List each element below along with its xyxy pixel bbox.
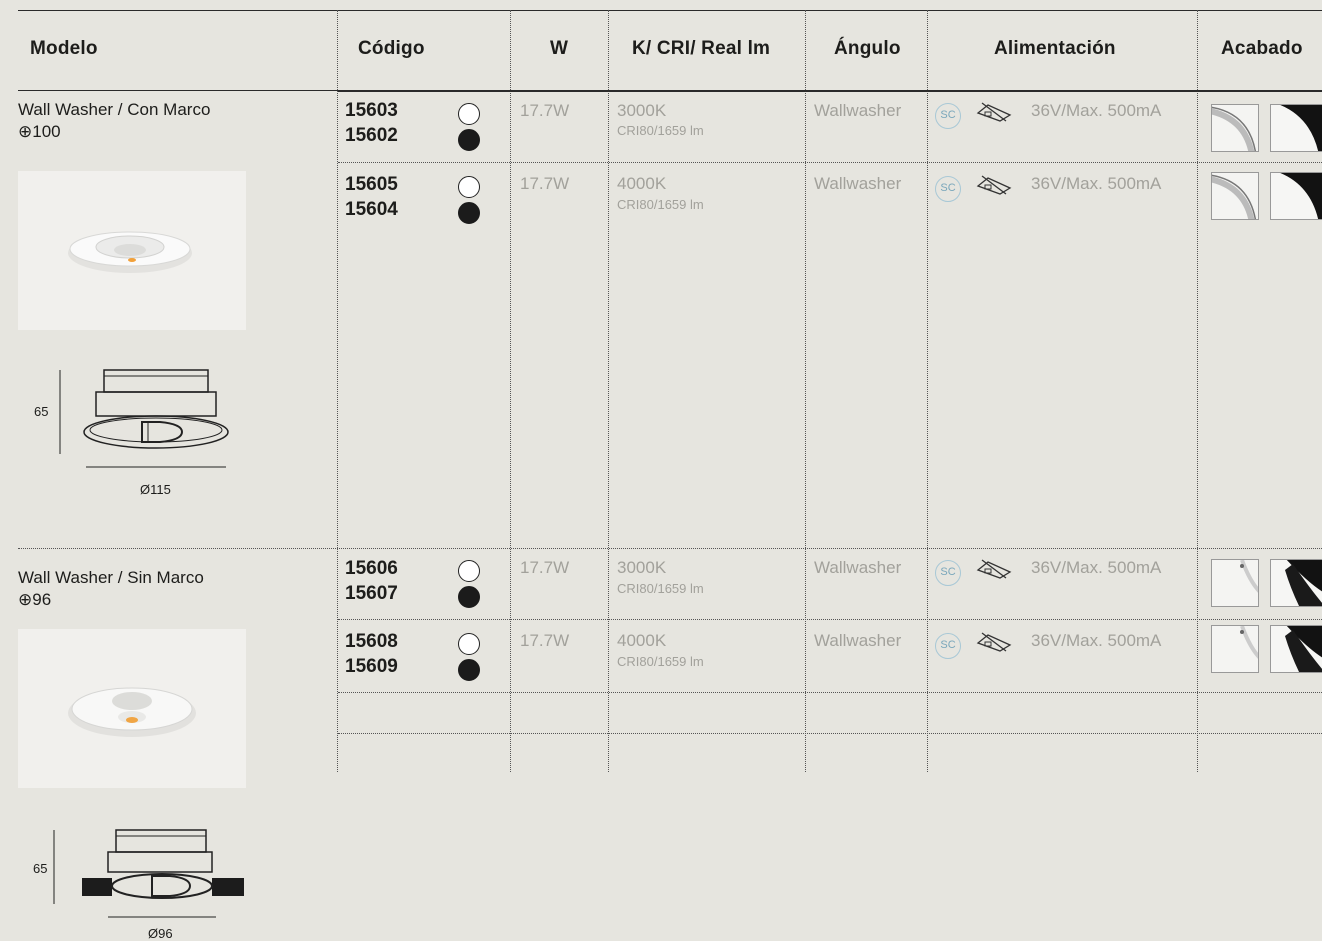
wattage: 17.7W	[520, 101, 570, 120]
column-divider	[805, 10, 806, 772]
header-modelo: Modelo	[30, 38, 98, 59]
technical-drawing	[53, 829, 244, 918]
no-insulation-lamp-icon	[976, 559, 1012, 579]
black-color-dot	[458, 586, 480, 608]
group-divider	[18, 548, 1322, 549]
white-color-dot	[458, 633, 480, 655]
height-dimension: 65	[33, 861, 48, 876]
row-divider	[338, 619, 1322, 620]
header-acabado: Acabado	[1221, 38, 1303, 59]
product-code: 15609	[345, 656, 398, 677]
no-insulation-lamp-icon	[976, 102, 1012, 122]
white-finish-swatch-icon	[1211, 172, 1259, 220]
sc-circle-icon: SC	[935, 560, 961, 586]
white-finish-swatch-icon	[1211, 104, 1259, 152]
color-temperature: 4000K	[617, 174, 667, 193]
product-code: 15605	[345, 174, 398, 195]
no-insulation-lamp-icon	[976, 632, 1012, 652]
power-supply: 36V/Max. 500mA	[1031, 631, 1162, 650]
model-title: Wall Washer / Con Marco	[18, 100, 211, 119]
cri-lumens: CRI80/1659 lm	[617, 654, 704, 669]
model-size: ⊕96	[18, 590, 52, 609]
beam-angle: Wallwasher	[814, 174, 902, 193]
black-finish-swatch-icon	[1270, 172, 1322, 220]
wattage: 17.7W	[520, 558, 570, 577]
wattage: 17.7W	[520, 631, 570, 650]
top-rule	[18, 10, 1322, 11]
beam-angle: Wallwasher	[814, 631, 902, 650]
product-code: 15604	[345, 199, 398, 220]
no-insulation-lamp-icon	[976, 175, 1012, 195]
row-divider	[338, 162, 1322, 163]
model-size: ⊕100	[18, 122, 61, 141]
white-color-dot	[458, 103, 480, 125]
color-temperature: 3000K	[617, 558, 667, 577]
column-divider	[1197, 10, 1198, 772]
beam-angle: Wallwasher	[814, 101, 902, 120]
product-code: 15608	[345, 631, 398, 652]
header-w: W	[550, 38, 569, 59]
cri-lumens: CRI80/1659 lm	[617, 123, 704, 138]
row-divider	[338, 733, 1322, 734]
header-codigo: Código	[358, 38, 425, 59]
color-temperature: 4000K	[617, 631, 667, 650]
white-finish-swatch-icon	[1211, 559, 1259, 607]
wattage: 17.7W	[520, 174, 570, 193]
cri-lumens: CRI80/1659 lm	[617, 197, 704, 212]
product-code: 15603	[345, 100, 398, 121]
column-divider	[510, 10, 511, 772]
header-alimentacion: Alimentación	[994, 38, 1116, 59]
product-photo	[18, 171, 246, 330]
diameter-dimension: Ø96	[148, 926, 173, 941]
product-code: 15606	[345, 558, 398, 579]
sc-circle-icon: SC	[935, 176, 961, 202]
white-color-dot	[458, 560, 480, 582]
power-supply: 36V/Max. 500mA	[1031, 558, 1162, 577]
header-rule	[18, 90, 338, 91]
black-color-dot	[458, 202, 480, 224]
header-rule	[338, 90, 1322, 92]
header-kcri: K/ CRI/ Real lm	[632, 38, 771, 59]
product-code: 15607	[345, 583, 398, 604]
black-finish-swatch-icon	[1270, 625, 1322, 673]
model-title: Wall Washer / Sin Marco	[18, 568, 204, 587]
power-supply: 36V/Max. 500mA	[1031, 101, 1162, 120]
column-divider	[608, 10, 609, 772]
row-divider	[338, 692, 1322, 693]
color-temperature: 3000K	[617, 101, 667, 120]
black-color-dot	[458, 129, 480, 151]
cri-lumens: CRI80/1659 lm	[617, 581, 704, 596]
sc-circle-icon: SC	[935, 633, 961, 659]
white-color-dot	[458, 176, 480, 198]
product-photo	[18, 629, 246, 788]
sc-circle-icon: SC	[935, 103, 961, 129]
black-color-dot	[458, 659, 480, 681]
column-divider	[337, 10, 338, 772]
beam-angle: Wallwasher	[814, 558, 902, 577]
black-finish-swatch-icon	[1270, 104, 1322, 152]
black-finish-swatch-icon	[1270, 559, 1322, 607]
power-supply: 36V/Max. 500mA	[1031, 174, 1162, 193]
white-finish-swatch-icon	[1211, 625, 1259, 673]
product-code: 15602	[345, 125, 398, 146]
technical-drawing	[59, 369, 229, 468]
header-angulo: Ángulo	[834, 38, 901, 59]
column-divider	[927, 10, 928, 772]
diameter-dimension: Ø115	[140, 482, 171, 497]
height-dimension: 65	[34, 404, 49, 419]
